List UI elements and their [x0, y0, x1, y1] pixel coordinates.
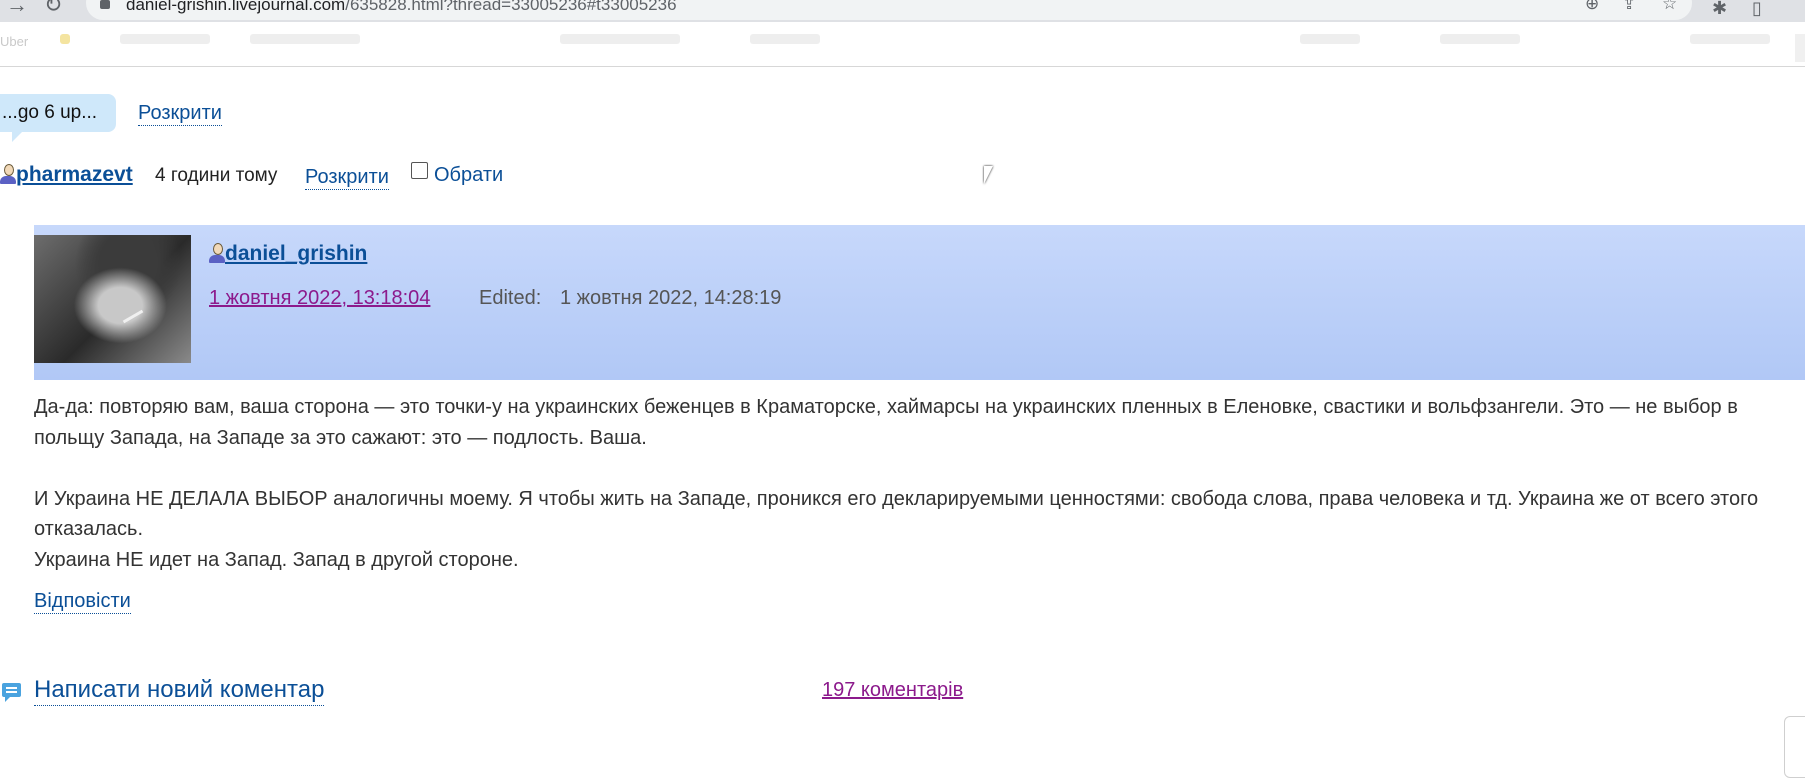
comment-paragraph: Да-да: повторяю вам, ваша сторона — это … — [34, 396, 1738, 449]
comment-username[interactable]: daniel_grishin — [209, 241, 367, 267]
floating-widget[interactable] — [1784, 716, 1805, 778]
comment-icon — [2, 683, 21, 702]
forward-icon[interactable]: → — [6, 0, 28, 16]
sidepanel-icon[interactable]: ▯ — [1752, 0, 1762, 19]
browser-toolbar: → ↻ daniel-grishin.livejournal.com/63582… — [0, 0, 1805, 22]
url-text[interactable]: daniel-grishin.livejournal.com/635828.ht… — [126, 0, 677, 14]
reply-link[interactable]: Відповісти — [34, 589, 131, 614]
bookmark-item[interactable] — [560, 34, 680, 44]
bookmark-item[interactable] — [1440, 34, 1520, 44]
expand-thread-link[interactable]: Розкрити — [138, 101, 222, 126]
bookmarks-bar: Uber — [0, 22, 1805, 67]
bookmark-item[interactable]: Uber — [0, 34, 28, 49]
lock-icon[interactable] — [100, 0, 110, 9]
bookmark-item[interactable] — [1300, 34, 1360, 44]
mouse-cursor-icon — [984, 166, 993, 184]
avatar[interactable] — [34, 235, 191, 363]
bookmark-item[interactable] — [250, 34, 360, 44]
edited-timestamp: 1 жовтня 2022, 14:28:19 — [560, 287, 782, 309]
comment-date-link[interactable]: 1 жовтня 2022, 13:18:04 — [209, 286, 430, 310]
select-checkbox[interactable] — [411, 162, 428, 179]
comments-count-link[interactable]: 197 коментарів — [822, 678, 963, 702]
bookmark-icon[interactable] — [60, 34, 70, 44]
extensions-icon[interactable]: ✱ — [1712, 0, 1727, 19]
user-icon — [0, 164, 16, 184]
share-icon[interactable]: ⇪ — [1622, 0, 1636, 13]
reload-icon[interactable]: ↻ — [44, 0, 62, 16]
comment-paragraph: И Украина НЕ ДЕЛАЛА ВЫБОР аналогичны мое… — [34, 487, 1759, 541]
parent-username[interactable]: pharmazevt — [0, 162, 133, 188]
new-comment-link[interactable]: Написати новий коментар — [34, 675, 325, 706]
bookmark-item[interactable] — [1690, 34, 1770, 44]
select-checkbox-label[interactable]: Обрати — [411, 162, 503, 188]
comment-paragraph: Украина НЕ идет на Запад. Запад в другой… — [34, 548, 519, 571]
user-icon — [209, 243, 225, 263]
bookmark-item[interactable] — [120, 34, 210, 44]
collapsed-thread-bubble[interactable]: ...go 6 up... — [0, 94, 116, 142]
star-icon[interactable]: ☆ — [1662, 0, 1677, 13]
comment-header: daniel_grishin 1 жовтня 2022, 13:18:04 E… — [34, 225, 1805, 380]
bookmark-item[interactable] — [750, 34, 820, 44]
comment-body: Да-да: повторяю вам, ваша сторона — это … — [34, 392, 1764, 575]
comment-time-ago: 4 години тому — [155, 165, 278, 186]
edited-label: Edited: — [479, 287, 542, 309]
zoom-icon[interactable]: ⊕ — [1585, 0, 1599, 13]
scrollbar[interactable] — [1795, 34, 1805, 62]
expand-comment-link[interactable]: Розкрити — [305, 165, 389, 190]
address-bar[interactable]: daniel-grishin.livejournal.com/635828.ht… — [86, 0, 1692, 20]
